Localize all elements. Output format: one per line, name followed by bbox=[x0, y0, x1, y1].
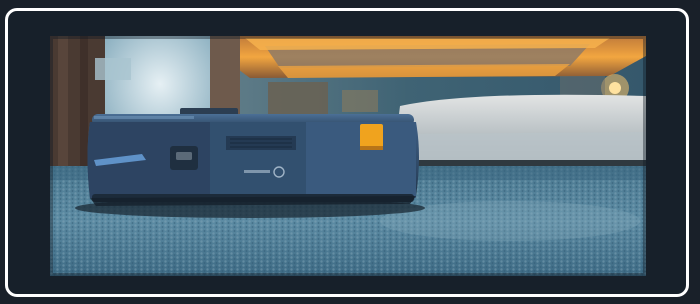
robot-vacuum-photo bbox=[50, 36, 646, 276]
